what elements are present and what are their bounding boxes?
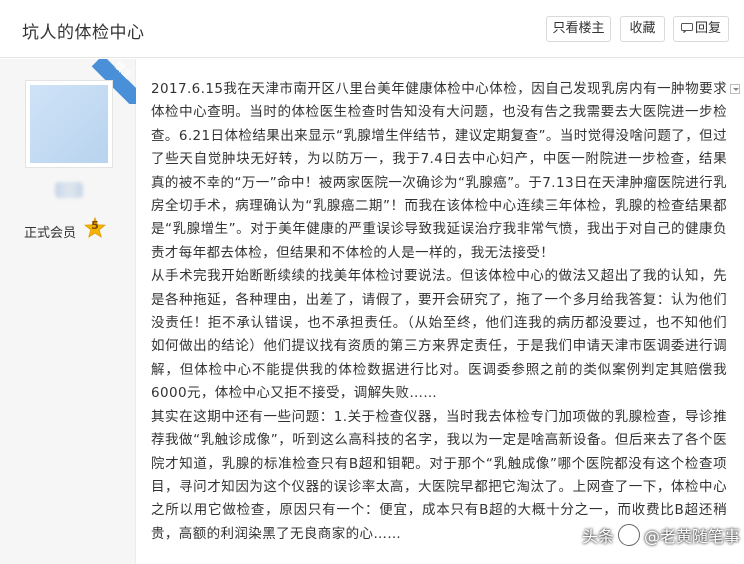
level-number: 5 [91,219,99,232]
post-menu-dropdown[interactable] [730,84,740,94]
only-owner-button[interactable]: 只看楼主 [546,16,611,42]
post-body: 2017.6.15我在天津市南开区八里台美年健康体检中心体检，因自己发现乳房内有… [151,78,727,546]
username-blurred[interactable] [55,182,83,198]
member-level-label: 正式会员 [24,226,77,241]
header-bar: 坑人的体检中心 只看楼主 收藏 回复 [0,0,744,58]
watermark: 头条 @老黄随笔事 [582,523,740,553]
watermark-prefix: 头条 [582,527,615,546]
favorite-button[interactable]: 收藏 [620,16,665,42]
watermark-handle: @老黄随笔事 [644,527,741,546]
avatar[interactable] [25,80,113,168]
reply-label: 回复 [694,21,721,36]
watermark-logo-icon [618,524,641,546]
post-paragraph-1: 2017.6.15我在天津市南开区八里台美年健康体检中心体检，因自己发现乳房内有… [151,81,727,261]
reply-button[interactable]: 回复 [673,16,729,42]
thread-title: 坑人的体检中心 [22,23,145,43]
post-paragraph-2: 从手术完我开始断断续续的找美年体检讨要说法。但该体检中心的做法又超出了我的认知，… [151,268,727,402]
reply-icon [680,23,693,33]
